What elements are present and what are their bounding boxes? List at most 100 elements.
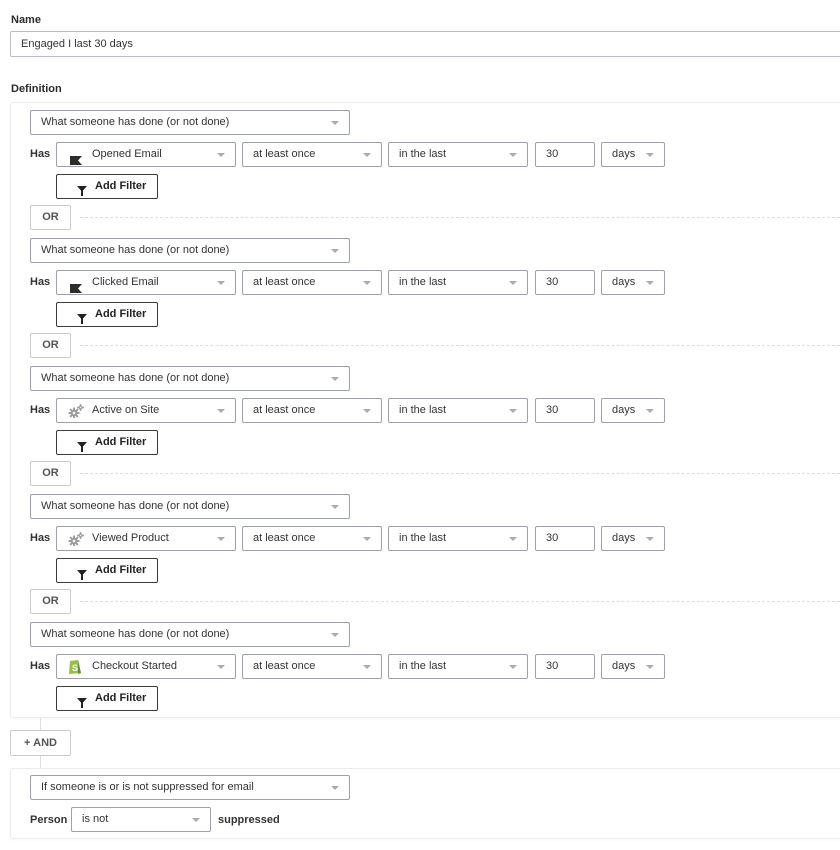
definition-label: Definition	[11, 83, 62, 95]
suppression-operator-value: is not	[82, 813, 109, 825]
suppressed-label: suppressed	[218, 814, 280, 826]
add-filter-label: Add Filter	[95, 436, 147, 448]
suppression-type-value: If someone is or is not suppressed for e…	[41, 781, 254, 793]
chevron-down-icon	[363, 537, 371, 541]
condition-type-select[interactable]: What someone has done (or not done)	[30, 110, 350, 135]
amount-input[interactable]: 30	[535, 398, 595, 423]
timeframe-select[interactable]: in the last	[388, 654, 528, 679]
unit-value: days	[612, 660, 636, 672]
condition-type-value: What someone has done (or not done)	[41, 116, 230, 128]
timeframe-select[interactable]: in the last	[388, 526, 528, 551]
has-label: Has	[30, 276, 51, 288]
condition-type-select[interactable]: What someone has done (or not done)	[30, 494, 350, 519]
chevron-down-icon	[646, 153, 654, 157]
chevron-down-icon	[363, 281, 371, 285]
amount-input[interactable]: 30	[535, 142, 595, 167]
frequency-select[interactable]: at least once	[242, 142, 382, 167]
timeframe-value: in the last	[399, 404, 447, 416]
frequency-value: at least once	[253, 404, 316, 416]
unit-select[interactable]: days	[601, 142, 665, 167]
filter-icon	[77, 182, 87, 205]
or-button[interactable]: OR	[30, 589, 71, 614]
unit-value: days	[612, 532, 636, 544]
chevron-down-icon	[217, 537, 225, 541]
condition-type-value: What someone has done (or not done)	[41, 244, 230, 256]
add-filter-label: Add Filter	[95, 308, 147, 320]
unit-value: days	[612, 276, 636, 288]
chevron-down-icon	[217, 281, 225, 285]
amount-input[interactable]: 30	[535, 526, 595, 551]
has-label: Has	[30, 532, 51, 544]
chevron-down-icon	[217, 153, 225, 157]
frequency-select[interactable]: at least once	[242, 398, 382, 423]
chevron-down-icon	[509, 665, 517, 669]
unit-value: days	[612, 404, 636, 416]
add-filter-button[interactable]: Add Filter	[56, 302, 158, 327]
suppression-type-select[interactable]: If someone is or is not suppressed for e…	[30, 775, 350, 800]
add-filter-button[interactable]: Add Filter	[56, 430, 158, 455]
timeframe-select[interactable]: in the last	[388, 142, 528, 167]
filter-icon	[77, 438, 87, 461]
or-button[interactable]: OR	[30, 461, 71, 486]
flag-icon	[70, 151, 82, 166]
chevron-down-icon	[363, 665, 371, 669]
unit-select[interactable]: days	[601, 398, 665, 423]
chevron-down-icon	[509, 281, 517, 285]
condition-type-value: What someone has done (or not done)	[41, 372, 230, 384]
chevron-down-icon	[331, 121, 339, 125]
timeframe-value: in the last	[399, 532, 447, 544]
chevron-down-icon	[192, 818, 200, 822]
or-divider	[80, 217, 840, 218]
condition-type-value: What someone has done (or not done)	[41, 628, 230, 640]
chevron-down-icon	[646, 409, 654, 413]
or-button[interactable]: OR	[30, 205, 71, 230]
condition-type-select[interactable]: What someone has done (or not done)	[30, 238, 350, 263]
frequency-value: at least once	[253, 148, 316, 160]
name-input[interactable]: Engaged I last 30 days	[10, 31, 840, 57]
condition-type-select[interactable]: What someone has done (or not done)	[30, 366, 350, 391]
connector-line	[40, 756, 41, 768]
metric-value: Opened Email	[92, 148, 162, 160]
timeframe-value: in the last	[399, 276, 447, 288]
chevron-down-icon	[331, 786, 339, 790]
unit-select[interactable]: days	[601, 654, 665, 679]
or-button[interactable]: OR	[30, 333, 71, 358]
frequency-select[interactable]: at least once	[242, 654, 382, 679]
or-divider	[80, 473, 840, 474]
chevron-down-icon	[646, 537, 654, 541]
metric-select[interactable]: Active on Site	[56, 398, 236, 423]
add-and-button[interactable]: + AND	[10, 730, 71, 756]
name-label: Name	[11, 14, 41, 26]
metric-select[interactable]: Clicked Email	[56, 270, 236, 295]
filter-icon	[77, 566, 87, 589]
chevron-down-icon	[217, 665, 225, 669]
amount-input[interactable]: 30	[535, 654, 595, 679]
gears-icon	[68, 532, 84, 550]
chevron-down-icon	[509, 537, 517, 541]
frequency-value: at least once	[253, 532, 316, 544]
chevron-down-icon	[217, 409, 225, 413]
metric-select[interactable]: Opened Email	[56, 142, 236, 167]
unit-select[interactable]: days	[601, 270, 665, 295]
timeframe-select[interactable]: in the last	[388, 398, 528, 423]
frequency-select[interactable]: at least once	[242, 270, 382, 295]
unit-select[interactable]: days	[601, 526, 665, 551]
add-filter-button[interactable]: Add Filter	[56, 174, 158, 199]
has-label: Has	[30, 660, 51, 672]
frequency-value: at least once	[253, 660, 316, 672]
person-label: Person	[30, 814, 68, 826]
chevron-down-icon	[646, 281, 654, 285]
chevron-down-icon	[331, 633, 339, 637]
metric-select[interactable]: Viewed Product	[56, 526, 236, 551]
amount-input[interactable]: 30	[535, 270, 595, 295]
chevron-down-icon	[331, 377, 339, 381]
add-filter-button[interactable]: Add Filter	[56, 558, 158, 583]
add-filter-button[interactable]: Add Filter	[56, 686, 158, 711]
timeframe-select[interactable]: in the last	[388, 270, 528, 295]
condition-type-select[interactable]: What someone has done (or not done)	[30, 622, 350, 647]
flag-icon	[70, 279, 82, 294]
frequency-select[interactable]: at least once	[242, 526, 382, 551]
metric-select[interactable]: S Checkout Started	[56, 654, 236, 679]
unit-value: days	[612, 148, 636, 160]
suppression-operator-select[interactable]: is not	[71, 807, 211, 832]
